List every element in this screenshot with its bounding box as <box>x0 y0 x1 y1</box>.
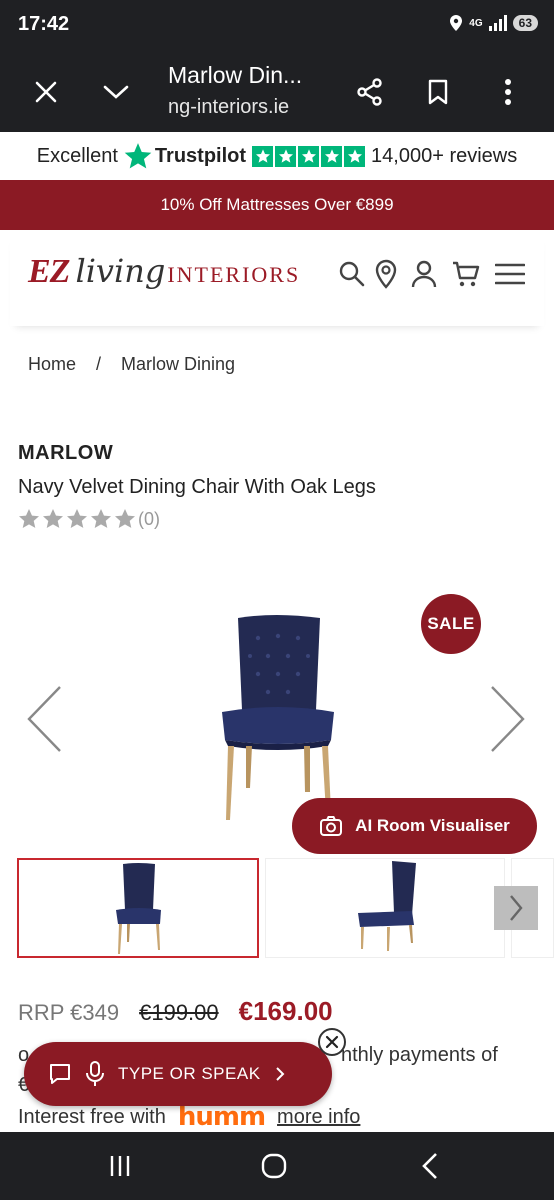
product-title: Navy Velvet Dining Chair With Oak Legs <box>18 476 376 498</box>
share-button[interactable] <box>350 72 390 112</box>
account-button[interactable] <box>408 258 440 290</box>
user-icon <box>411 260 437 288</box>
assistant-close-button[interactable] <box>318 1028 346 1056</box>
close-icon <box>325 1035 339 1049</box>
assistant-label: TYPE OR SPEAK <box>118 1064 261 1083</box>
trust-rating-word: Excellent <box>36 144 118 167</box>
close-tab-button[interactable] <box>26 72 66 112</box>
promo-banner[interactable]: 10% Off Mattresses Over €899 <box>0 180 554 230</box>
interest-free-row: Interest free with humm more info <box>18 1102 360 1132</box>
more-vertical-icon <box>505 79 511 105</box>
star-icon <box>252 145 274 167</box>
star-icon <box>321 145 343 167</box>
chevron-down-icon <box>103 85 129 99</box>
current-price: €169.00 <box>238 996 333 1026</box>
location-icon <box>450 15 463 31</box>
cart-icon <box>453 261 480 287</box>
status-time: 17:42 <box>18 13 70 35</box>
trustpilot-bar[interactable]: Excellent Trustpilot 14,000+ reviews <box>0 132 554 180</box>
trustpilot-brand: Trustpilot <box>154 144 247 167</box>
trustpilot-stars <box>252 145 366 167</box>
more-options-button[interactable] <box>488 72 528 112</box>
breadcrumb-current[interactable]: Marlow Dining <box>121 354 235 375</box>
page-url[interactable]: ng-interiors.ie <box>168 96 289 119</box>
promo-text: 10% Off Mattresses Over €899 <box>160 195 394 214</box>
trustpilot-logo: Trustpilot <box>124 142 246 170</box>
product-rating[interactable]: (0) <box>18 508 160 530</box>
status-icons: 4G 63 <box>449 14 538 32</box>
home-icon <box>261 1153 287 1179</box>
menu-button[interactable] <box>494 258 526 290</box>
rrp-price: RRP €349 <box>18 1000 120 1025</box>
site-header: EZ living INTERIORS <box>10 232 544 326</box>
rating-stars-icon <box>19 509 135 528</box>
logo-ez: EZ <box>28 253 70 290</box>
minimize-button[interactable] <box>96 72 136 112</box>
chair-thumbnail-image <box>116 863 161 954</box>
interest-free-text: Interest free with <box>18 1105 166 1128</box>
chevron-right-icon <box>275 1067 284 1081</box>
logo-living: living <box>75 252 166 290</box>
search-icon <box>339 261 365 287</box>
recent-apps-icon <box>110 1156 130 1176</box>
bookmark-button[interactable] <box>418 72 458 112</box>
camera-icon <box>320 816 343 836</box>
monthly-text-fragment-c: nthly payments of <box>341 1044 498 1066</box>
chevron-right-icon <box>491 686 525 752</box>
site-logo[interactable]: EZ living INTERIORS <box>28 252 300 291</box>
share-icon <box>357 78 382 106</box>
chat-icon <box>50 1064 70 1084</box>
battery-level: 63 <box>512 15 538 31</box>
system-navigation-bar <box>0 1132 554 1200</box>
price-row: RRP €349 €199.00 €169.00 <box>18 996 333 1027</box>
back-button[interactable] <box>408 1146 452 1186</box>
network-type: 4G <box>469 17 483 29</box>
back-icon <box>422 1153 437 1179</box>
search-button[interactable] <box>336 258 368 290</box>
star-icon <box>344 145 366 167</box>
ai-room-visualiser-button[interactable]: AI Room Visualiser <box>292 798 537 854</box>
chevron-right-icon <box>510 895 523 921</box>
store-locator-button[interactable] <box>370 258 402 290</box>
product-brand: MARLOW <box>18 442 114 464</box>
status-bar: 17:42 4G 63 <box>0 0 554 52</box>
ai-room-visualiser-label: AI Room Visualiser <box>355 816 510 835</box>
breadcrumb-separator: / <box>96 354 102 374</box>
home-button[interactable] <box>252 1146 296 1186</box>
chevron-left-icon <box>27 686 61 752</box>
thumbnail-2[interactable] <box>265 858 505 958</box>
bookmark-icon <box>428 79 448 105</box>
browser-toolbar: Marlow Din... ng-interiors.ie <box>0 52 554 132</box>
gallery-prev-button[interactable] <box>24 684 64 754</box>
trustpilot-star-icon <box>124 143 152 169</box>
review-count: (0) <box>138 508 160 529</box>
type-or-speak-assistant[interactable]: TYPE OR SPEAK <box>24 1042 332 1106</box>
breadcrumb: Home / Marlow Dining <box>28 354 235 375</box>
humm-logo: humm <box>177 1102 266 1132</box>
sale-badge: SALE <box>421 594 481 654</box>
location-pin-icon <box>375 259 397 289</box>
chair-side-thumbnail-image <box>358 861 416 951</box>
close-icon <box>35 81 57 103</box>
chair-image <box>222 615 334 820</box>
thumbnail-next-button[interactable] <box>494 886 538 930</box>
microphone-icon <box>86 1061 104 1086</box>
breadcrumb-home[interactable]: Home <box>28 354 76 375</box>
signal-icon <box>488 15 507 31</box>
trustpilot-reviews[interactable]: 14,000+ reviews <box>371 145 517 168</box>
was-price: €199.00 <box>139 1000 219 1025</box>
gallery-next-button[interactable] <box>488 684 528 754</box>
cart-button[interactable] <box>450 258 482 290</box>
product-main-image[interactable] <box>200 608 350 828</box>
star-icon <box>275 145 297 167</box>
hamburger-icon <box>495 263 525 285</box>
page-title[interactable]: Marlow Din... <box>168 62 302 89</box>
logo-interiors: INTERIORS <box>167 262 301 287</box>
thumbnail-1[interactable] <box>17 858 259 958</box>
more-info-link[interactable]: more info <box>277 1106 360 1129</box>
recent-apps-button[interactable] <box>98 1146 142 1186</box>
star-icon <box>298 145 320 167</box>
